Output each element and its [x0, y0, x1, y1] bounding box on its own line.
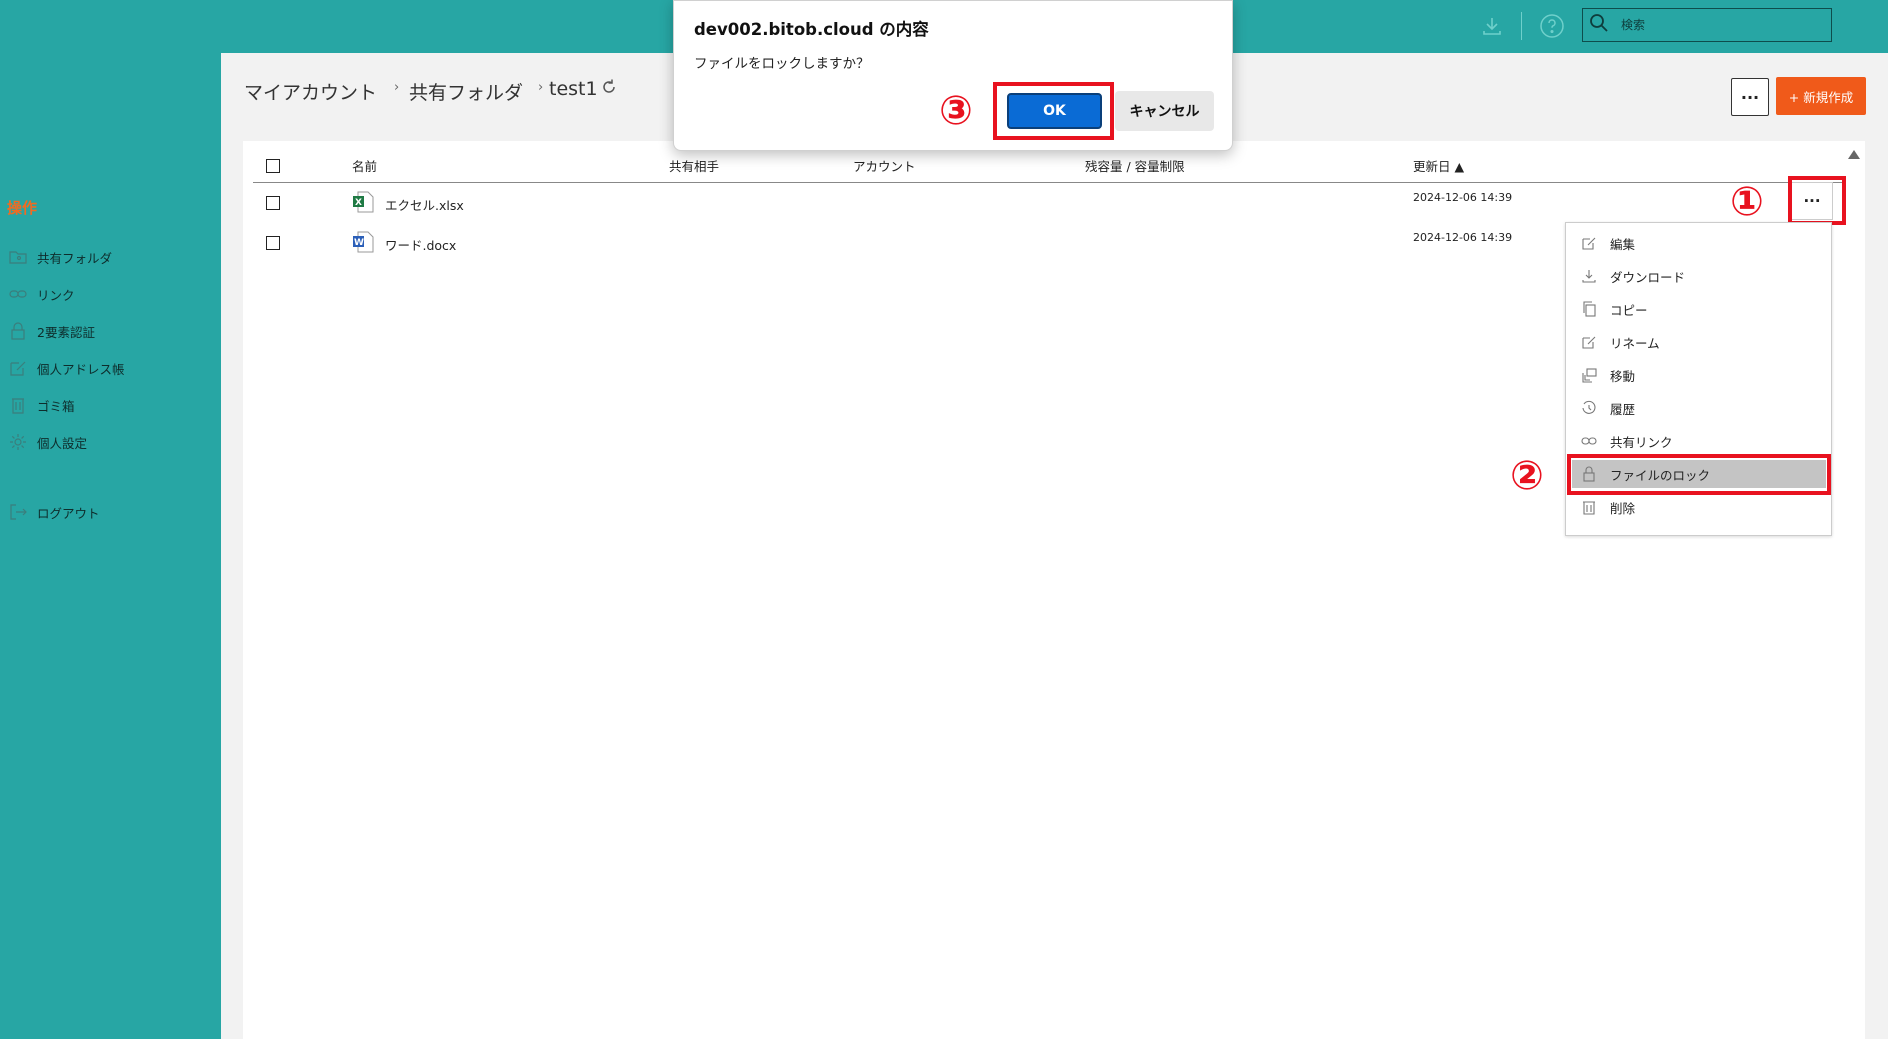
breadcrumb-item-shared-folder[interactable]: 共有フォルダ [409, 78, 523, 105]
menu-item-delete[interactable]: 削除 [1572, 493, 1826, 521]
dialog-cancel-button[interactable]: キャンセル [1115, 91, 1214, 131]
topbar-divider [1521, 12, 1522, 40]
dialog-message: ファイルをロックしますか？ [694, 56, 870, 72]
menu-item-file-lock[interactable]: ファイルのロック [1572, 460, 1826, 488]
file-name[interactable]: ワード.docx [385, 235, 456, 254]
select-all-checkbox[interactable] [266, 159, 280, 173]
sidebar-item-label: 個人設定 [37, 435, 88, 451]
word-file-icon: W [352, 231, 374, 253]
trash-icon [1580, 498, 1598, 516]
link-icon [8, 284, 28, 304]
sidebar-item-2fa[interactable]: 2要素認証 [8, 321, 95, 341]
menu-item-share-link[interactable]: 共有リンク [1572, 427, 1826, 455]
menu-item-history[interactable]: 履歴 [1572, 394, 1826, 422]
edit-icon [1580, 234, 1598, 252]
search-box[interactable] [1582, 8, 1832, 42]
sidebar-item-settings[interactable]: 個人設定 [8, 432, 87, 452]
column-header-name[interactable]: 名前 [352, 156, 377, 175]
refresh-icon[interactable] [600, 78, 620, 98]
history-icon [1580, 399, 1598, 417]
file-updated-date: 2024-12-06 14:39 [1413, 231, 1513, 244]
sidebar-item-address-book[interactable]: 個人アドレス帳 [8, 358, 125, 378]
logout-icon [8, 502, 28, 522]
breadcrumb-item-current: test1 [549, 78, 598, 100]
menu-item-label: リネーム [1610, 335, 1660, 351]
copy-icon [1580, 300, 1598, 318]
lock-icon [8, 321, 28, 341]
sidebar-item-shared-folder[interactable]: 共有フォルダ [8, 247, 112, 267]
menu-item-move[interactable]: 移動 [1572, 361, 1826, 389]
edit-icon [8, 358, 28, 378]
row-more-button[interactable]: ··· [1791, 182, 1833, 220]
sidebar-item-label: 2要素認証 [37, 324, 95, 340]
table-header-divider [253, 182, 1846, 183]
search-input[interactable] [1621, 18, 1821, 32]
breadcrumb-item-my-account[interactable]: マイアカウント [244, 78, 377, 105]
sidebar-item-label: ログアウト [37, 505, 100, 521]
row-checkbox[interactable] [266, 236, 280, 250]
row-checkbox[interactable] [266, 196, 280, 210]
menu-item-download[interactable]: ダウンロード [1572, 262, 1826, 290]
sidebar-item-label: リンク [37, 287, 75, 303]
menu-item-label: 共有リンク [1610, 434, 1673, 450]
trash-icon [8, 395, 28, 415]
move-icon [1580, 366, 1598, 384]
menu-item-label: 編集 [1610, 236, 1636, 252]
svg-text:X: X [355, 198, 362, 208]
menu-item-label: コピー [1610, 302, 1648, 318]
svg-text:W: W [354, 238, 364, 248]
menu-item-copy[interactable]: コピー [1572, 295, 1826, 323]
dialog-ok-button[interactable]: OK [1007, 93, 1102, 129]
sidebar-item-label: ゴミ箱 [37, 398, 75, 414]
sidebar-item-logout[interactable]: ログアウト [8, 502, 100, 522]
menu-item-rename[interactable]: リネーム [1572, 328, 1826, 356]
annotation-step-3: ③ [939, 88, 973, 134]
rename-icon [1580, 333, 1598, 351]
dialog-title: dev002.bitob.cloud の内容 [694, 20, 929, 39]
excel-file-icon: X [352, 191, 374, 213]
sidebar-item-label: 個人アドレス帳 [37, 361, 125, 377]
menu-item-label: 移動 [1610, 368, 1636, 384]
link-icon [1580, 432, 1598, 450]
file-name[interactable]: エクセル.xlsx [385, 195, 464, 214]
menu-item-label: 削除 [1610, 500, 1636, 516]
scroll-up-arrow-icon[interactable] [1848, 150, 1860, 159]
sidebar-item-link[interactable]: リンク [8, 284, 75, 304]
column-header-account[interactable]: アカウント [853, 156, 916, 175]
annotation-step-1: ① [1730, 179, 1764, 225]
context-menu: 編集 ダウンロード コピー リネーム 移動 履歴 共有リンク ファイルのロック … [1565, 222, 1832, 536]
sidebar: 操作 共有フォルダ リンク 2要素認証 個人アドレス帳 ゴミ箱 個人設定 ログア… [0, 53, 221, 1039]
help-icon[interactable] [1538, 12, 1566, 40]
gear-icon [8, 432, 28, 452]
menu-item-label: 履歴 [1610, 401, 1636, 417]
menu-item-label: ファイルのロック [1610, 467, 1711, 483]
lock-icon [1580, 465, 1598, 483]
download-icon[interactable] [1478, 12, 1506, 40]
search-icon [1589, 13, 1609, 37]
menu-item-edit[interactable]: 編集 [1572, 229, 1826, 257]
column-header-updated[interactable]: 更新日 ▲ [1413, 156, 1464, 175]
sidebar-item-trash[interactable]: ゴミ箱 [8, 395, 75, 415]
menu-item-label: ダウンロード [1610, 269, 1686, 285]
column-header-quota[interactable]: 残容量 / 容量制限 [1085, 156, 1185, 175]
file-updated-date: 2024-12-06 14:39 [1413, 191, 1513, 204]
annotation-step-2: ② [1510, 453, 1544, 499]
download-icon [1580, 267, 1598, 285]
breadcrumb-separator: › [538, 80, 544, 95]
breadcrumb-separator: › [394, 80, 400, 95]
sidebar-section-label: 操作 [7, 199, 38, 217]
sidebar-item-label: 共有フォルダ [37, 250, 113, 266]
toolbar-more-button[interactable]: ··· [1731, 78, 1769, 116]
new-create-button[interactable]: + 新規作成 [1776, 77, 1866, 115]
shared-folder-icon [8, 247, 28, 267]
column-header-shared-with[interactable]: 共有相手 [669, 156, 719, 175]
